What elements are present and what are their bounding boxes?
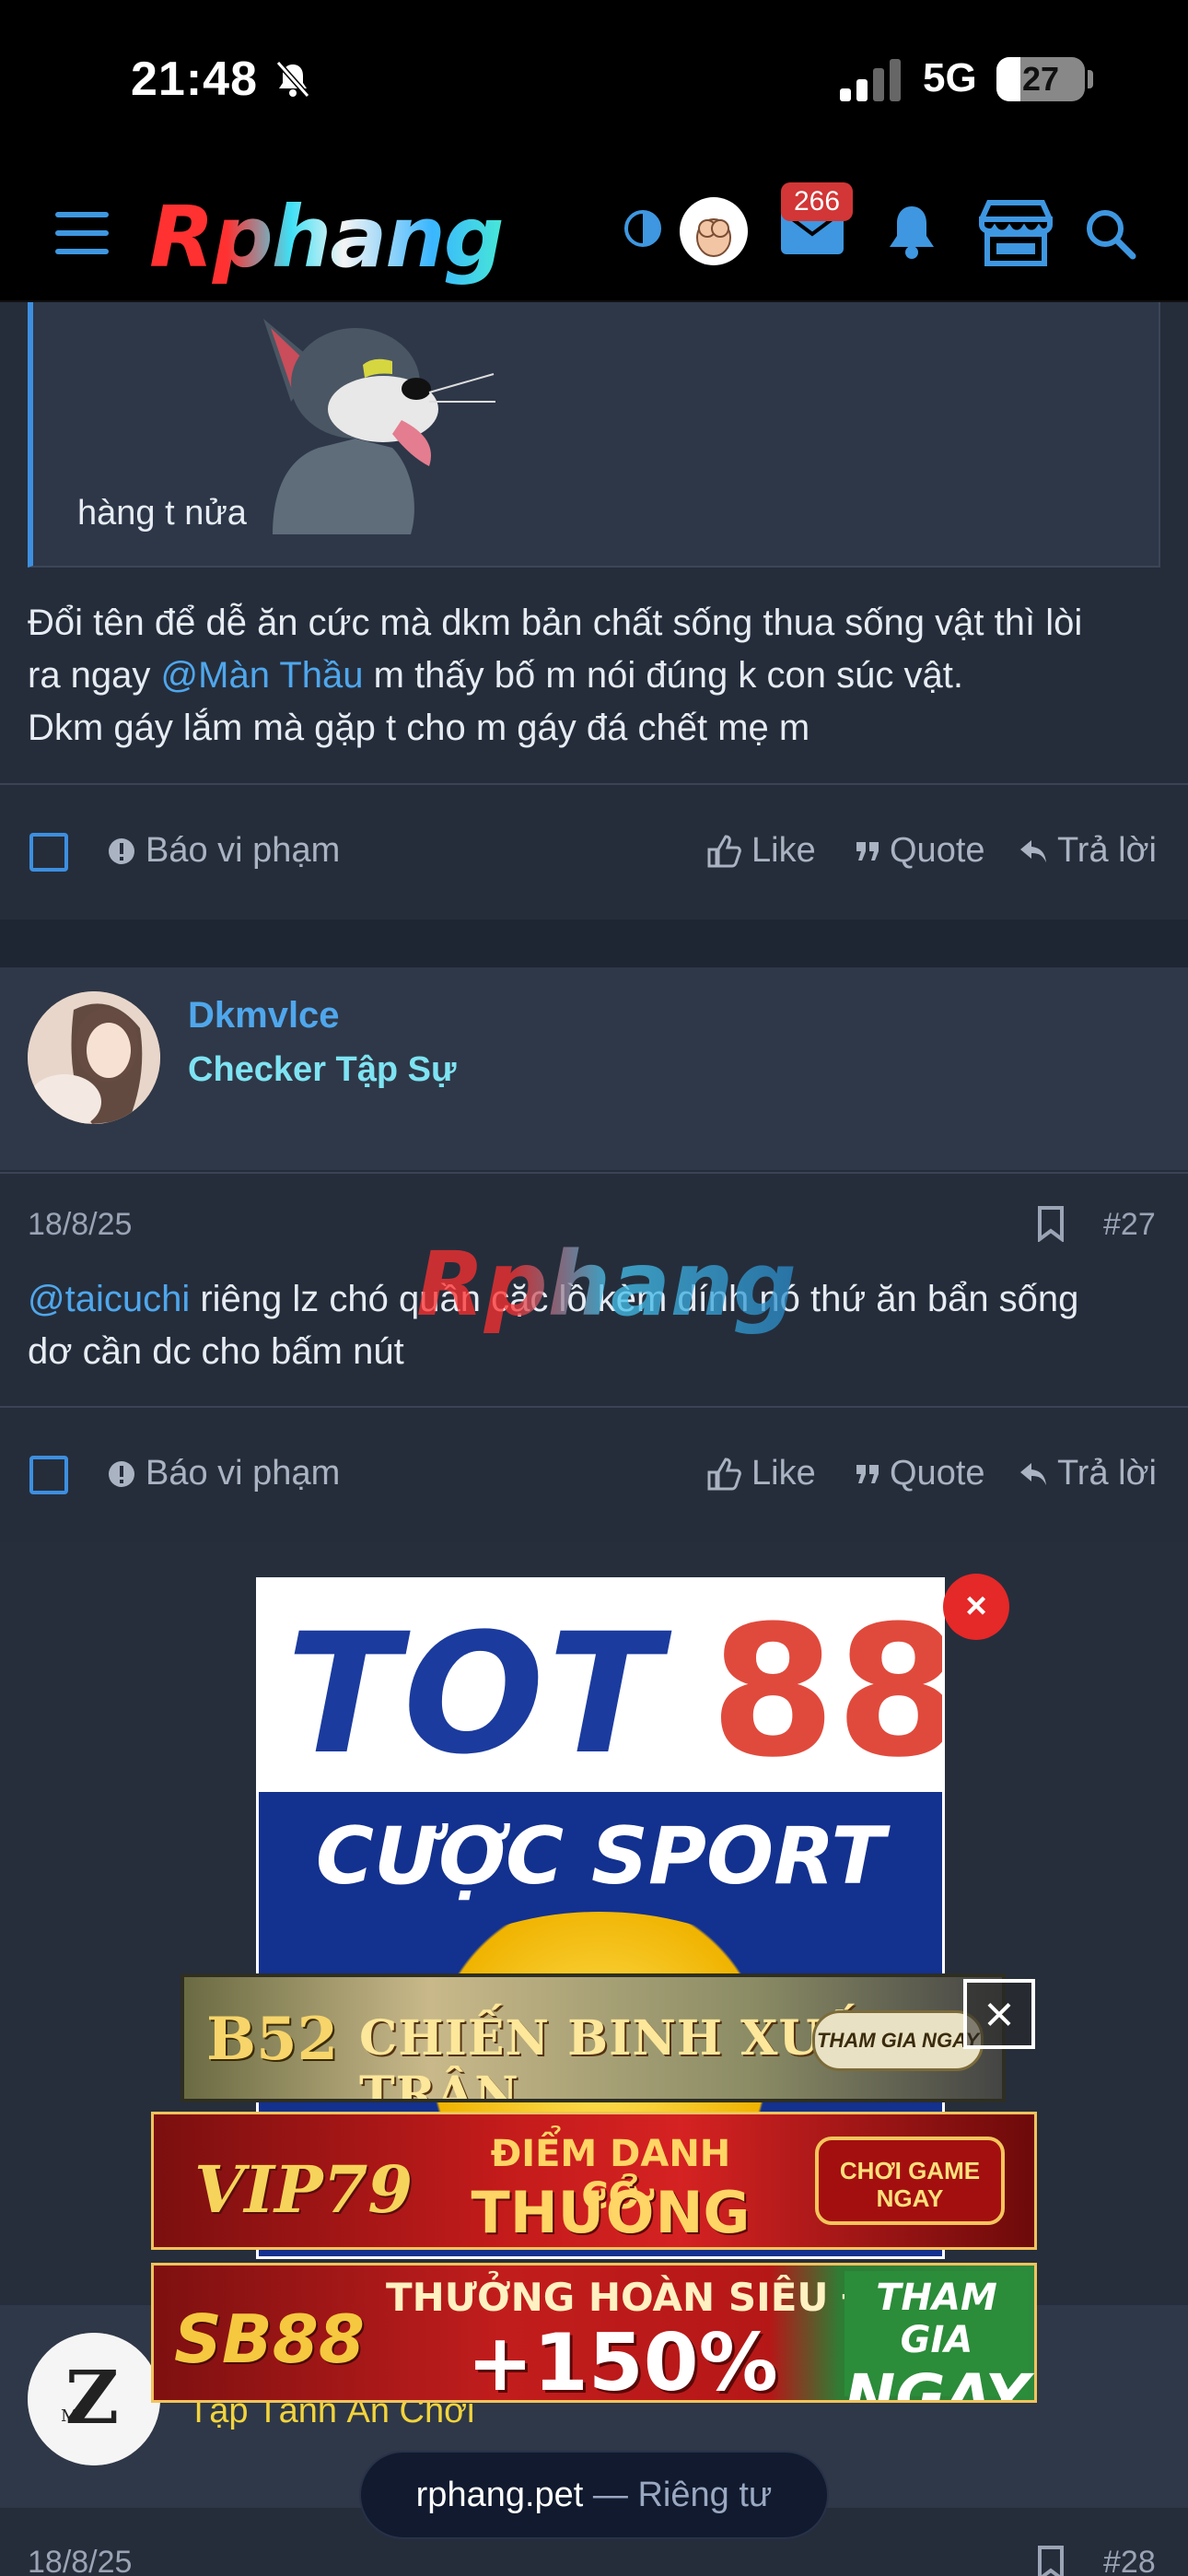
post-user-header xyxy=(0,967,1188,1170)
quote-button[interactable]: Quote xyxy=(855,1454,985,1493)
post-actions: Báo vi phạm Like Quote Trả lời xyxy=(0,1408,1188,1542)
menu-icon[interactable] xyxy=(55,212,109,254)
reply-label: Trả lời xyxy=(1057,1454,1157,1493)
reply-label: Trả lời xyxy=(1057,831,1157,870)
cell-signal-icon xyxy=(840,59,901,101)
post-date[interactable]: 18/8/25 xyxy=(28,1207,132,1243)
ad-sport-text: CƯỢC SPORT xyxy=(315,1810,886,1903)
notification-bell-icon[interactable] xyxy=(884,203,939,262)
avatar-letter: Z xyxy=(65,2354,119,2441)
url-privacy-label: — Riêng tư xyxy=(583,2476,773,2514)
reply-button[interactable]: Trả lời xyxy=(1019,1454,1157,1493)
user-avatar[interactable] xyxy=(28,991,160,1124)
quote-text: hàng t nửa xyxy=(77,494,247,533)
close-ad-button[interactable]: × xyxy=(943,1574,1009,1640)
reply-button[interactable]: Trả lời xyxy=(1019,831,1157,871)
post-line: ra ngay @Màn Thầu m thấy bố m nói đúng k… xyxy=(28,650,1160,702)
quote-icon xyxy=(856,1464,879,1483)
vip79-logo: VIP79 xyxy=(194,2151,413,2228)
select-post-checkbox[interactable] xyxy=(29,833,68,872)
site-watermark: Rphang xyxy=(416,1233,797,1336)
quote-button[interactable]: Quote xyxy=(855,831,985,871)
theme-toggle-icon[interactable] xyxy=(623,208,663,249)
sb88-join-button[interactable]: THAM GIA NGAY xyxy=(844,2271,1030,2400)
thumbs-up-icon xyxy=(707,1457,741,1490)
sb88-bonus: +150% xyxy=(467,2317,778,2403)
url-domain: rphang.pet xyxy=(415,2476,584,2514)
b52-ad-banner[interactable]: B52 CHIẾN BINH XUẤT TRẬN THAM GIA NGAY xyxy=(181,1973,1006,2102)
quote-label: Quote xyxy=(890,1454,985,1493)
ad-brand-number: 88 xyxy=(710,1587,945,1797)
silent-bell-icon xyxy=(275,61,310,98)
warning-icon xyxy=(109,1460,134,1487)
thumbs-up-icon xyxy=(707,834,741,867)
store-icon[interactable] xyxy=(976,197,1055,267)
post-number[interactable]: #27 xyxy=(1103,1207,1156,1243)
battery-level: 27 xyxy=(1021,60,1060,98)
warning-icon xyxy=(109,837,134,864)
ad-brand-text: TOT xyxy=(286,1598,665,1791)
vip79-slogan-main: THƯỞNG xyxy=(471,2179,751,2246)
quote-label: Quote xyxy=(890,831,985,870)
post-separator xyxy=(0,919,1188,967)
tom-cat-sticker xyxy=(263,319,495,534)
bookmark-icon[interactable] xyxy=(1037,2545,1065,2576)
post-body: Đổi tên để dễ ăn cức mà dkm bản chất sốn… xyxy=(28,597,1160,755)
like-label: Like xyxy=(751,1454,816,1493)
mail-count-badge: 266 xyxy=(781,182,853,221)
avatar-prefix: Mr. xyxy=(61,2406,89,2426)
user-avatar-icon[interactable] xyxy=(680,197,748,265)
battery-indicator: 27 xyxy=(996,57,1085,101)
post-date[interactable]: 18/8/25 xyxy=(28,2545,132,2576)
battery-tip xyxy=(1088,70,1093,88)
network-type: 5G xyxy=(923,55,977,100)
like-button[interactable]: Like xyxy=(705,831,816,871)
report-label: Báo vi phạm xyxy=(146,1454,341,1493)
post-line: Đổi tên để dễ ăn cức mà dkm bản chất sốn… xyxy=(28,603,1083,643)
sb88-button-line1: THAM GIA xyxy=(876,2277,997,2361)
username-link[interactable]: Dkmvlce xyxy=(188,995,340,1036)
quote-icon xyxy=(856,841,879,861)
user-avatar[interactable]: Z Mr. xyxy=(28,2333,160,2465)
report-button[interactable]: Báo vi phạm xyxy=(107,831,340,871)
post-text-span: m thấy bố m nói đúng k con súc vật. xyxy=(363,655,963,696)
user-title: Checker Tập Sự xyxy=(188,1050,457,1089)
status-time: 21:48 xyxy=(131,53,258,106)
post-number[interactable]: #28 xyxy=(1103,2545,1156,2576)
user-mention-link[interactable]: @taicuchi xyxy=(28,1279,190,1319)
divider xyxy=(0,1172,1188,1174)
sb88-logo: SB88 xyxy=(174,2301,365,2378)
status-bar: 21:48 5G 27 xyxy=(0,0,1188,166)
close-banner-icon[interactable]: × xyxy=(963,1979,1035,2049)
b52-logo: B52 xyxy=(206,2005,339,2074)
report-label: Báo vi phạm xyxy=(146,831,341,870)
vip79-ad-banner[interactable]: VIP79 ĐIỂM DANH CÓ THƯỞNG CHƠI GAME NGAY xyxy=(151,2112,1037,2250)
bookmark-icon[interactable] xyxy=(1037,1205,1065,1242)
search-icon[interactable] xyxy=(1083,206,1138,262)
like-button[interactable]: Like xyxy=(705,1454,816,1493)
sb88-button-line2: NGAY xyxy=(844,2361,1030,2403)
post-actions: Báo vi phạm Like Quote Trả lời xyxy=(0,785,1188,919)
post-line: Dkm gáy lắm mà gặp t cho m gáy đá chết m… xyxy=(28,708,810,748)
user-mention-link[interactable]: @Màn Thầu xyxy=(161,655,364,696)
reply-icon xyxy=(1020,839,1046,862)
reply-icon xyxy=(1020,1462,1046,1485)
sb88-ad-banner[interactable]: SB88 THƯỞNG HOÀN SIÊU ĐẬM +150% THAM GIA… xyxy=(151,2263,1037,2403)
b52-join-button[interactable]: THAM GIA NGAY xyxy=(812,2010,984,2071)
browser-url-bar[interactable]: rphang.pet — Riêng tư xyxy=(359,2451,829,2539)
select-post-checkbox[interactable] xyxy=(29,1456,68,1494)
post-text-span: ra ngay xyxy=(28,655,161,696)
like-label: Like xyxy=(751,831,816,870)
site-logo[interactable]: Rphang xyxy=(149,188,505,287)
report-button[interactable]: Báo vi phạm xyxy=(107,1454,340,1493)
vip79-play-button[interactable]: CHƠI GAME NGAY xyxy=(815,2137,1005,2225)
